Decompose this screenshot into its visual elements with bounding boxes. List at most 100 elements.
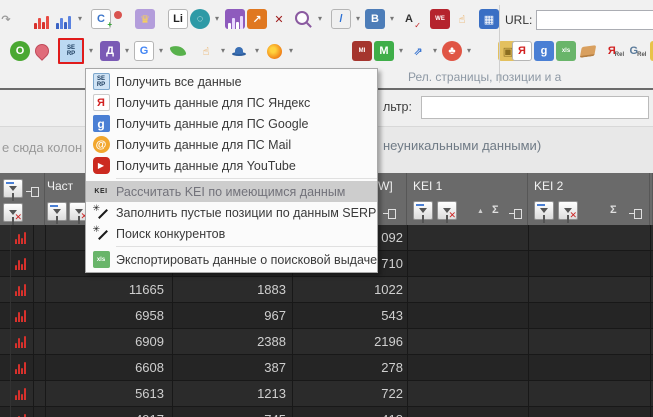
sum-icon[interactable]: Σ [610,204,617,216]
search-icon[interactable] [293,9,313,29]
serp-dropdown-arrow[interactable]: ▾ [86,41,96,61]
cell-w: 722 [381,386,403,401]
table-row[interactable]: 6909 2388 2196 [0,329,653,355]
coin-icon[interactable]: ◌ [190,9,210,29]
spy-dropdown-arrow[interactable]: ▾ [252,41,262,61]
google-g-icon[interactable]: G [134,41,154,61]
g-rel-check-icon[interactable]: G Rel [628,41,648,61]
menu-item-6[interactable]: KEI Рассчитать KEI по имеющимся данным [86,181,377,202]
clear-filter-icon[interactable]: ✕ [558,201,578,223]
blue-chart-icon[interactable] [53,9,73,29]
menu-separator [116,246,377,247]
table-row[interactable]: 5613 1213 722 [0,381,653,407]
hand2-dropdown-arrow[interactable]: ▾ [218,41,228,61]
redo-icon[interactable]: ↷ [0,9,16,29]
column-header-kei2[interactable]: KEI 2 ✕ Σ [528,173,650,225]
mini-graph-icon[interactable]: / [331,9,351,29]
menu-item-3[interactable]: @ Получить данные для ПС Mail [86,134,377,155]
color-bubbles-icon[interactable] [113,9,133,29]
menu-item-2[interactable]: g Получить данные для ПС Google [86,113,377,134]
serp-icon[interactable]: SE RP [61,41,81,61]
spy-icon[interactable] [230,41,250,61]
ribbon-group-caption: Рел. страницы, позиции и а [408,70,562,84]
hand-icon[interactable]: ☝ [452,9,472,29]
arrow-up-icon[interactable]: ⇗ [408,41,428,61]
spellcheck-icon[interactable]: A ✓ [399,9,421,30]
clear-filter-icon[interactable]: ✕ [3,203,23,225]
eraser-icon[interactable] [578,41,598,61]
cell-freq: 11665 [128,282,164,297]
hand2-icon[interactable]: ☝ [196,41,216,61]
cell-w: 418 [292,407,403,417]
pin-icon[interactable] [26,187,39,197]
table-row[interactable]: 11665 1883 1022 [0,277,653,303]
orange-trend-icon[interactable]: ↗ [247,9,267,29]
direct-d-dropdown-arrow[interactable]: ▾ [122,41,132,61]
menu-item-0[interactable]: SE RP Получить все данные [86,71,377,92]
metrika-dropdown-arrow[interactable]: ▾ [396,41,406,61]
mi-icon[interactable]: MI [352,41,372,61]
menu-item-10[interactable]: xls Экспортировать данные о поисковой выд… [86,249,377,270]
direct-d-icon[interactable]: Д [100,41,120,61]
pin-icon[interactable] [383,209,396,219]
xls-export-icon[interactable]: xls [556,41,576,61]
filter-icon[interactable] [47,202,67,224]
tree-circle-icon[interactable]: ♣ [442,41,462,61]
column-header-state[interactable]: ✕ [0,173,45,225]
fireball-icon[interactable] [264,41,284,61]
calculator-icon[interactable]: ▦ [479,9,499,29]
leaf-icon[interactable] [168,41,188,61]
column-header-kei1[interactable]: KEI 1 ✕ ▲ Σ [407,173,528,225]
table-row[interactable]: 6608 387 278 [0,355,653,381]
red-chart-icon[interactable] [31,9,51,29]
table-row[interactable]: 4917 745 418 [0,407,653,417]
filter-edit-mark [537,204,545,206]
cell-freq: 6909 [135,334,164,349]
table-row[interactable]: 6958 967 543 [0,303,653,329]
pin-icon[interactable] [509,209,522,219]
column-divider [33,225,34,417]
yandex-rel-icon[interactable]: Я [512,41,532,61]
menu-item-4[interactable]: ▶ Получить данные для YouTube [86,155,377,176]
coin-dropdown-arrow[interactable]: ▾ [212,9,222,29]
menu-item-7[interactable]: ✳ Заполнить пустые позиции по данным SERP [86,202,377,223]
blue-chart-dropdown-arrow[interactable]: ▾ [75,9,85,29]
filter-icon[interactable] [534,201,554,223]
url-input[interactable] [536,10,653,30]
crown-icon[interactable]: ♛ [135,9,155,29]
map-marker-icon[interactable] [32,41,52,61]
tools-icon[interactable]: ✕ [269,9,289,29]
vk-icon[interactable]: В [365,9,385,29]
filter-edit-mark [416,204,424,206]
search-dropdown-arrow[interactable]: ▾ [315,9,325,29]
google-rel-icon[interactable]: g [534,41,554,61]
filter-input[interactable] [421,96,649,119]
pin-icon[interactable] [629,209,642,219]
target-icon[interactable]: O [10,41,30,61]
column-divider [10,225,11,417]
we-icon[interactable]: WE [430,9,450,29]
ya-rel-check-icon[interactable]: Я Rel [606,41,626,61]
row-stats-bars-icon [15,309,26,322]
filter-icon[interactable] [3,179,23,201]
toolbar-group: Яg xls [512,41,598,61]
mini-graph-dropdown-arrow[interactable]: ▾ [353,9,363,29]
fireball-dropdown-arrow[interactable]: ▾ [286,41,296,61]
metrika-icon[interactable]: M [374,41,394,61]
filter-icon[interactable] [413,201,433,223]
arrow-up-dropdown-arrow[interactable]: ▾ [430,41,440,61]
menu-item-8[interactable]: ✳ Поиск конкурентов [86,223,377,244]
copy-c-icon[interactable]: C + [91,9,112,29]
cell-col3: 745 [172,407,286,417]
toolbar-group: C + ♛ [91,9,155,29]
sum-icon[interactable]: Σ [492,204,499,216]
column-header-label: KEI 1 [413,179,443,193]
serp-button-highlighted[interactable]: SE RP [58,38,84,64]
clear-filter-icon[interactable]: ✕ [437,201,457,223]
purple-stats-icon[interactable] [225,9,245,29]
tree-circle-dropdown-arrow[interactable]: ▾ [464,41,474,61]
vk-dropdown-arrow[interactable]: ▾ [387,9,397,29]
liveinternet-icon[interactable]: Li [168,9,188,29]
menu-item-1[interactable]: Я Получить данные для ПС Яндекс [86,92,377,113]
google-g-dropdown-arrow[interactable]: ▾ [156,41,166,61]
